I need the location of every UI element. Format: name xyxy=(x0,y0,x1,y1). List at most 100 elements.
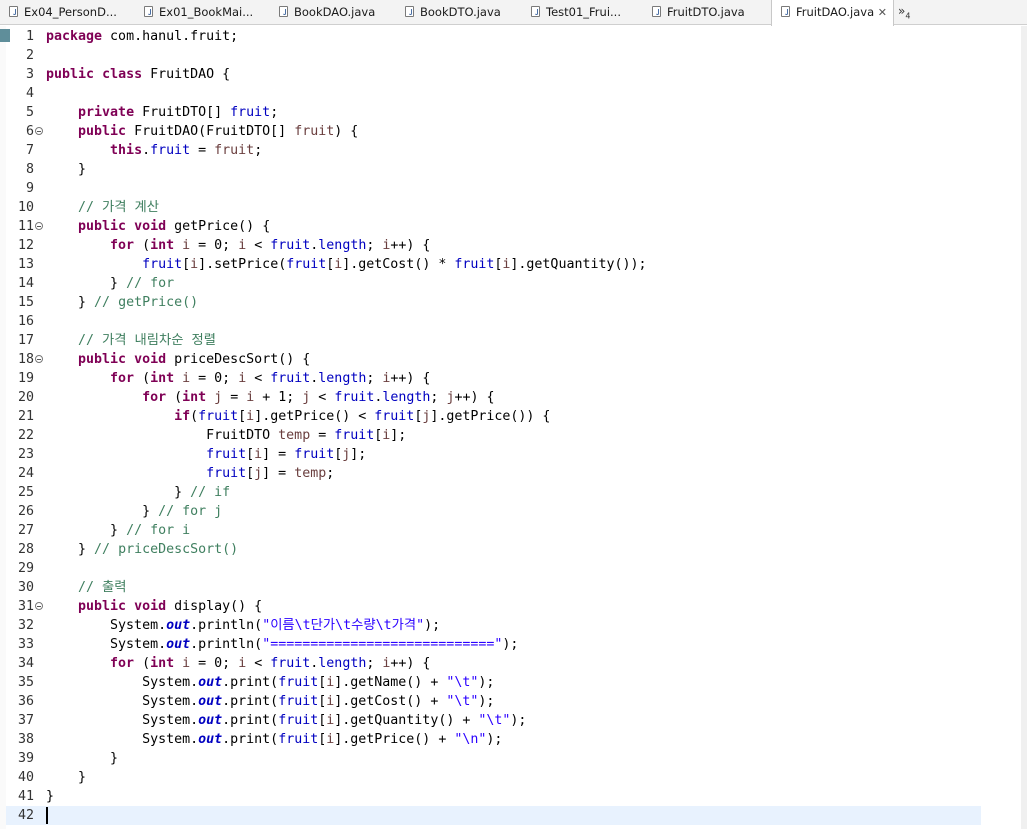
code-line[interactable]: FruitDTO temp = fruit[i]; xyxy=(46,426,406,445)
code-line[interactable]: } xyxy=(46,768,86,787)
code-token: // for i xyxy=(126,523,191,538)
code-line[interactable]: public void display() { xyxy=(46,597,262,616)
code-line[interactable]: public void getPrice() { xyxy=(46,217,270,236)
line-number: 31 xyxy=(17,599,34,614)
code-token: ++) { xyxy=(390,238,431,253)
code-token: . xyxy=(142,143,151,158)
code-token: ; xyxy=(366,238,383,253)
code-token: // 출력 xyxy=(78,580,127,595)
code-token: ].getPrice()) { xyxy=(430,409,551,424)
line-number: 12 xyxy=(17,238,34,253)
code-token: ; xyxy=(366,656,383,671)
line-number: 37 xyxy=(17,713,34,728)
overview-ruler-left xyxy=(0,26,10,829)
code-token: i xyxy=(246,409,255,424)
fold-collapse-icon[interactable] xyxy=(35,127,43,135)
code-editor[interactable]: 1 2 3 4 5 6 7 8 9 10 11 12 13 14 15 16 17 18 19 20 21 22 23 24 2… xyxy=(0,26,1027,829)
code-line[interactable]: System.out.println("이름\t단가\t수량\t가격"); xyxy=(46,616,440,635)
tab-bookdto[interactable]: BookDTO.java xyxy=(396,0,522,25)
code-line[interactable]: System.out.print(fruit[i].getPrice() + "… xyxy=(46,730,502,749)
code-token: < xyxy=(246,371,271,386)
code-token: fruit xyxy=(278,675,319,690)
code-line[interactable]: } // if xyxy=(46,483,230,502)
code-line[interactable]: // 가격 내림차순 정렬 xyxy=(46,331,216,350)
fold-collapse-icon[interactable] xyxy=(35,355,43,363)
code-line[interactable]: } // for xyxy=(46,274,174,293)
line-number: 1 xyxy=(25,29,34,44)
fold-collapse-icon[interactable] xyxy=(35,222,43,230)
code-token: ( xyxy=(134,656,151,671)
tab-bookdao[interactable]: BookDAO.java xyxy=(270,0,396,25)
fold-collapse-icon[interactable] xyxy=(35,602,43,610)
code-token: } xyxy=(46,295,95,310)
code-line[interactable]: } // for i xyxy=(46,521,190,540)
line-number: 15 xyxy=(17,295,34,310)
code-line[interactable]: fruit[j] = temp; xyxy=(46,464,334,483)
code-token: < xyxy=(310,390,335,405)
code-line[interactable]: } xyxy=(46,787,54,806)
code-token: ); xyxy=(478,675,495,690)
code-line[interactable]: public class FruitDAO { xyxy=(46,65,230,84)
close-icon[interactable]: ✕ xyxy=(878,0,887,25)
code-token: fruit xyxy=(206,466,247,481)
code-token: } xyxy=(46,504,159,519)
line-number: 16 xyxy=(17,314,34,329)
code-token: .print( xyxy=(222,732,279,747)
tab-test01-frui[interactable]: Test01_Frui... xyxy=(522,0,643,25)
code-token: FruitDTO[] xyxy=(134,105,231,120)
code-line[interactable]: } xyxy=(46,160,86,179)
code-line[interactable]: private FruitDTO[] fruit; xyxy=(46,103,278,122)
code-token: ].getCost() * xyxy=(342,257,455,272)
code-line[interactable]: fruit[i].setPrice(fruit[i].getCost() * f… xyxy=(46,255,647,274)
code-token: } xyxy=(46,751,119,766)
tab-label: Ex01_BookMai... xyxy=(159,5,254,19)
code-line[interactable]: for (int i = 0; i < fruit.length; i++) { xyxy=(46,236,430,255)
code-token: int xyxy=(150,371,175,386)
code-line[interactable]: package com.hanul.fruit; xyxy=(46,27,238,46)
code-line[interactable]: for (int i = 0; i < fruit.length; i++) { xyxy=(46,654,430,673)
line-number: 11 xyxy=(17,219,34,234)
line-number: 14 xyxy=(17,276,34,291)
code-token: ].getName() + xyxy=(334,675,447,690)
tab-overflow-button[interactable]: »4 xyxy=(898,0,910,25)
line-number: 18 xyxy=(17,352,34,367)
code-token: .print( xyxy=(222,713,279,728)
code-line[interactable]: fruit[i] = fruit[j]; xyxy=(46,445,366,464)
tab-ex01-bookmai[interactable]: Ex01_BookMai... xyxy=(135,0,270,25)
code-line[interactable]: for (int j = i + 1; j < fruit.length; j+… xyxy=(46,388,494,407)
code-token: = 0; xyxy=(190,371,239,386)
code-line[interactable]: public void priceDescSort() { xyxy=(46,350,310,369)
code-line[interactable]: System.out.print(fruit[i].getQuantity() … xyxy=(46,711,526,730)
code-token: public xyxy=(78,124,127,139)
line-number: 38 xyxy=(17,732,34,747)
code-token: priceDescSort() { xyxy=(166,352,311,367)
code-line[interactable]: } // priceDescSort() xyxy=(46,540,238,559)
code-line[interactable]: this.fruit = fruit; xyxy=(46,141,262,160)
tab-label: BookDTO.java xyxy=(420,5,501,19)
code-line[interactable]: System.out.println("====================… xyxy=(46,635,518,654)
code-line[interactable]: public FruitDAO(FruitDTO[] fruit) { xyxy=(46,122,358,141)
code-line[interactable]: // 출력 xyxy=(46,578,127,597)
code-token: "\t" xyxy=(478,713,511,728)
code-line[interactable]: } // getPrice() xyxy=(46,293,198,312)
tab-fruitdto[interactable]: FruitDTO.java xyxy=(643,0,771,25)
code-token: ].getQuantity()); xyxy=(510,257,647,272)
code-line[interactable]: } xyxy=(46,749,118,768)
code-line[interactable]: System.out.print(fruit[i].getName() + "\… xyxy=(46,673,494,692)
code-token: ( xyxy=(190,409,199,424)
code-line[interactable]: // 가격 계산 xyxy=(46,198,159,217)
code-token: fruit xyxy=(270,371,311,386)
code-line[interactable]: if(fruit[i].getPrice() < fruit[j].getPri… xyxy=(46,407,550,426)
code-token: public xyxy=(78,219,127,234)
code-line[interactable]: } // for j xyxy=(46,502,222,521)
tab-ex04-persond[interactable]: Ex04_PersonD... xyxy=(0,0,135,25)
code-token: int xyxy=(150,238,175,253)
code-line[interactable]: System.out.print(fruit[i].getCost() + "\… xyxy=(46,692,494,711)
code-line[interactable]: for (int i = 0; i < fruit.length; i++) { xyxy=(46,369,430,388)
code-token: out xyxy=(198,732,223,747)
vertical-scrollbar[interactable] xyxy=(1021,26,1027,829)
code-token: [ xyxy=(238,409,247,424)
tab-fruitdao[interactable]: FruitDAO.java ✕ xyxy=(771,0,894,26)
